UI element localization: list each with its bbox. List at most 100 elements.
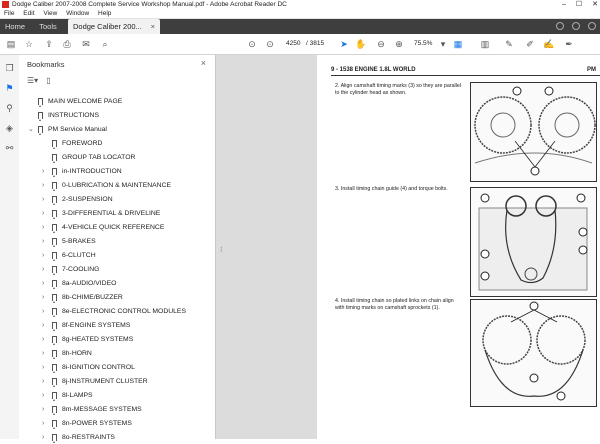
bookmark-label: 3-DIFFERENTIAL & DRIVELINE (62, 210, 161, 217)
bookmark-add-icon[interactable]: ☆ (23, 38, 35, 50)
bookmark-label: 8m-MESSAGE SYSTEMS (62, 406, 142, 413)
menu-help[interactable]: Help (98, 10, 111, 17)
bookmark-icon (38, 112, 43, 121)
expand-chevron-icon[interactable]: › (42, 291, 48, 304)
print-icon[interactable]: ⎙ (61, 38, 73, 50)
zoom-dropdown-icon[interactable]: ▾ (437, 38, 449, 50)
expand-chevron-icon[interactable]: › (42, 417, 48, 430)
bookmark-icon (52, 266, 57, 275)
attachments-icon[interactable]: ⚲ (4, 103, 15, 114)
expand-chevron-icon[interactable]: › (42, 221, 48, 234)
bookmark-icon (52, 364, 57, 373)
account-icon[interactable] (588, 22, 596, 30)
structure-icon[interactable]: ⚯ (4, 143, 15, 154)
tab-document-label: Dodge Caliber 200... (73, 22, 142, 31)
collapse-chevron-icon[interactable]: ⌄ (28, 123, 34, 136)
expand-chevron-icon[interactable]: › (42, 389, 48, 402)
bookmark-icon (52, 238, 57, 247)
notifications-icon[interactable] (572, 22, 580, 30)
menu-file[interactable]: File (4, 10, 14, 17)
tab-document[interactable]: Dodge Caliber 200... × (68, 19, 160, 34)
previous-page-icon[interactable]: ⊙ (246, 38, 258, 50)
bookmark-icon (52, 210, 57, 219)
bookmark-label: 8j-INSTRUMENT CLUSTER (62, 378, 148, 385)
expand-chevron-icon[interactable]: › (42, 431, 48, 444)
menu-edit[interactable]: Edit (23, 10, 34, 17)
bookmark-icon (52, 350, 57, 359)
bookmark-icon (52, 336, 57, 345)
navigation-rail: ❐ ⚑ ⚲ ◈ ⚯ (0, 55, 20, 439)
bookmark-label: 2-SUSPENSION (62, 196, 113, 203)
email-icon[interactable]: ✉ (80, 38, 92, 50)
bookmark-icon (52, 420, 57, 429)
bookmark-icon (52, 252, 57, 261)
help-icon[interactable] (556, 22, 564, 30)
tab-home[interactable]: Home (0, 19, 30, 34)
expand-chevron-icon[interactable]: › (42, 263, 48, 276)
collapse-panel-icon[interactable]: ⁝ (220, 245, 223, 259)
bookmarks-panel-icon[interactable]: ⚑ (4, 83, 15, 94)
bookmark-icon (52, 294, 57, 303)
bookmark-icon (52, 434, 57, 443)
draw-icon[interactable]: ✍ (543, 38, 555, 50)
zoom-in-icon[interactable]: ⊕ (393, 38, 405, 50)
bookmark-icon (52, 140, 57, 149)
expand-chevron-icon[interactable]: › (42, 235, 48, 248)
bookmark-label: 0-LUBRICATION & MAINTENANCE (62, 182, 172, 189)
expand-chevron-icon[interactable]: › (42, 165, 48, 178)
bookmark-icon (38, 98, 43, 107)
expand-chevron-icon[interactable]: › (42, 249, 48, 262)
step-3-text: 3. Install timing chain guide (4) and to… (335, 186, 448, 192)
highlight-icon[interactable]: ✐ (524, 38, 536, 50)
fill-sign-icon[interactable]: ✒ (563, 38, 575, 50)
bookmark-label: 8i-IGNITION CONTROL (62, 364, 135, 371)
expand-chevron-icon[interactable]: › (42, 333, 48, 346)
expand-chevron-icon[interactable]: › (42, 207, 48, 220)
bookmarks-panel: Bookmarks × ☰▾ ▯ MAIN WELCOME PAGE INSTRU… (19, 55, 231, 443)
minimize-button[interactable]: – (562, 0, 566, 9)
upload-icon[interactable]: ⇪ (43, 38, 55, 50)
bookmark-label: 8n-POWER SYSTEMS (62, 420, 132, 427)
hand-tool-icon[interactable]: ✋ (355, 38, 367, 50)
zoom-level[interactable]: 75.5% (414, 39, 432, 49)
page-number-input[interactable]: 4250 (286, 39, 300, 49)
new-bookmark-icon[interactable]: ▯ (46, 76, 50, 85)
bookmark-icon (52, 322, 57, 331)
maximize-button[interactable]: ☐ (576, 0, 582, 9)
zoom-out-icon[interactable]: ⊖ (375, 38, 387, 50)
bookmark-label: GROUP TAB LOCATOR (62, 154, 136, 161)
page-thumbnails-icon[interactable]: ❐ (4, 63, 15, 74)
menu-window[interactable]: Window (66, 10, 89, 17)
bookmark-icon (52, 406, 57, 415)
expand-chevron-icon[interactable]: › (42, 193, 48, 206)
close-panel-icon[interactable]: × (201, 58, 206, 68)
tab-tools[interactable]: Tools (31, 19, 65, 34)
close-window-button[interactable]: ✕ (592, 0, 598, 9)
page-count: / 3815 (306, 40, 325, 47)
expand-chevron-icon[interactable]: › (42, 305, 48, 318)
scroll-mode-icon[interactable]: ▥ (479, 38, 491, 50)
tab-bar: Home Tools Dodge Caliber 200... × (0, 19, 600, 34)
menu-view[interactable]: View (43, 10, 57, 17)
search-icon[interactable]: ⌕ (99, 38, 111, 50)
expand-chevron-icon[interactable]: › (42, 347, 48, 360)
layers-icon[interactable]: ◈ (4, 123, 15, 134)
comment-icon[interactable]: ✎ (503, 38, 515, 50)
step-2-text: 2. Align camshaft timing marks (3) so th… (335, 83, 462, 96)
expand-chevron-icon[interactable]: › (42, 375, 48, 388)
bookmark-icon (52, 308, 57, 317)
expand-chevron-icon[interactable]: › (42, 277, 48, 290)
acrobat-logo-icon (2, 1, 9, 8)
save-icon[interactable]: ▤ (5, 38, 17, 50)
expand-chevron-icon[interactable]: › (42, 319, 48, 332)
next-page-icon[interactable]: ⊙ (264, 38, 276, 50)
bookmark-icon (52, 224, 57, 233)
bookmark-options-icon[interactable]: ☰▾ (27, 76, 38, 85)
page-display-icon[interactable]: ▦ (452, 38, 464, 50)
expand-chevron-icon[interactable]: › (42, 179, 48, 192)
expand-chevron-icon[interactable]: › (42, 361, 48, 374)
select-tool-icon[interactable]: ➤ (338, 38, 350, 50)
tab-close-icon[interactable]: × (151, 19, 155, 34)
expand-chevron-icon[interactable]: › (42, 403, 48, 416)
bookmark-label: 4-VEHICLE QUICK REFERENCE (62, 224, 165, 231)
